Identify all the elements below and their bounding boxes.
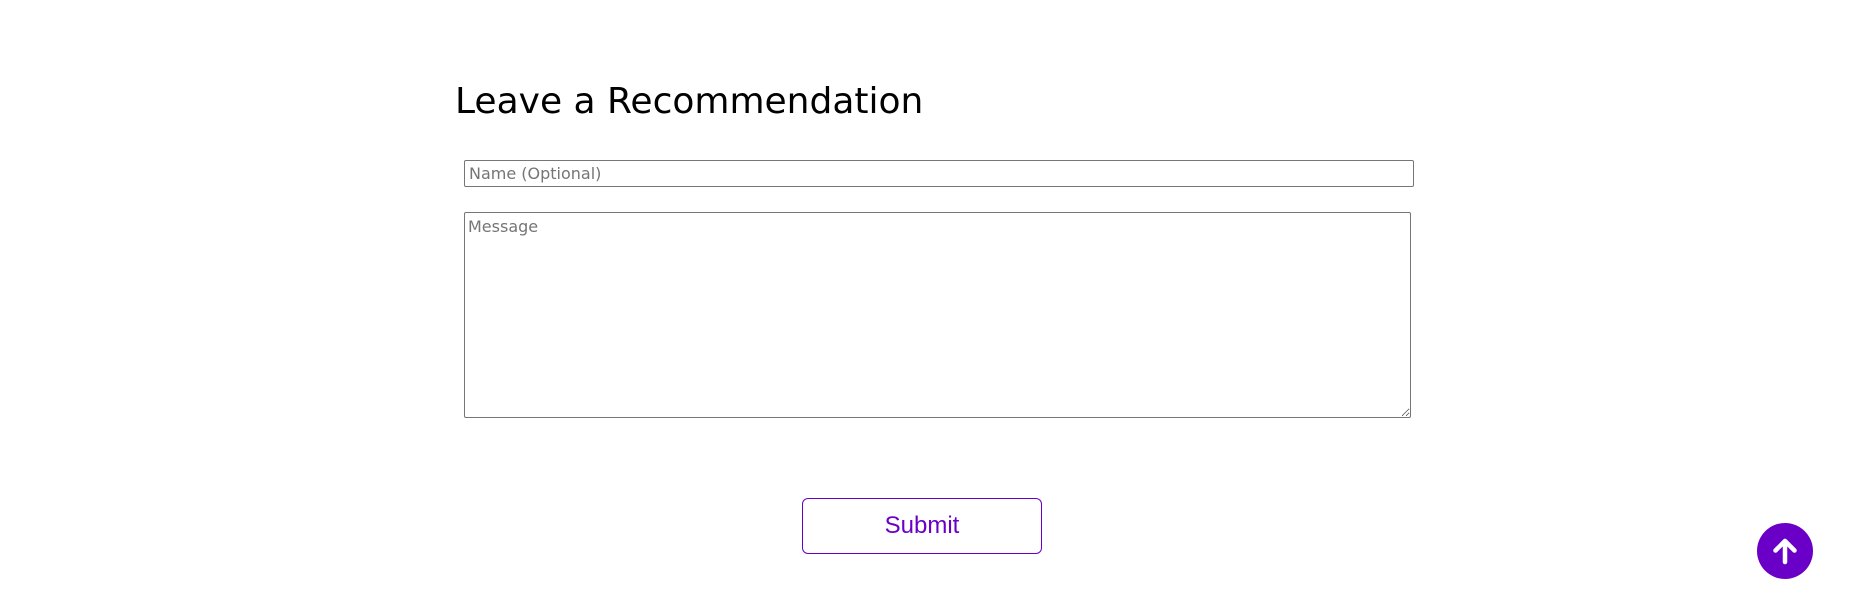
submit-button[interactable]: Submit — [802, 498, 1042, 554]
arrow-up-icon — [1769, 535, 1801, 567]
recommendation-section: Leave a Recommendation Submit — [455, 0, 1415, 594]
scroll-to-top-button[interactable] — [1757, 523, 1813, 579]
name-input[interactable] — [464, 160, 1414, 187]
page-title: Leave a Recommendation — [455, 81, 924, 122]
message-textarea[interactable] — [464, 212, 1411, 418]
